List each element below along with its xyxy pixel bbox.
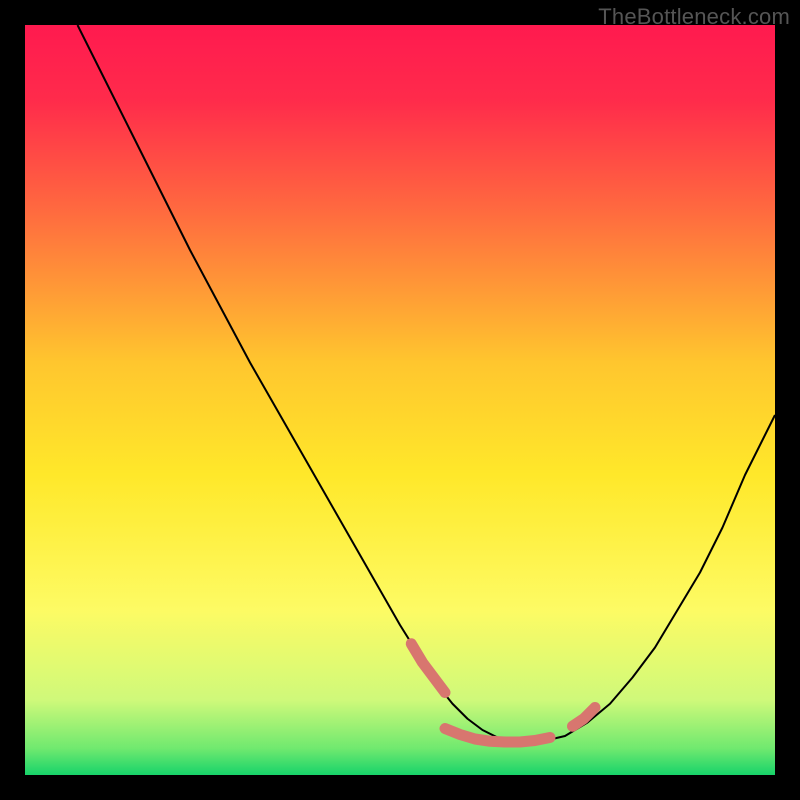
chart-svg (25, 25, 775, 775)
plot-area (25, 25, 775, 775)
gradient-bg (25, 25, 775, 775)
watermark-text: TheBottleneck.com (598, 4, 790, 30)
chart-frame: TheBottleneck.com (0, 0, 800, 800)
